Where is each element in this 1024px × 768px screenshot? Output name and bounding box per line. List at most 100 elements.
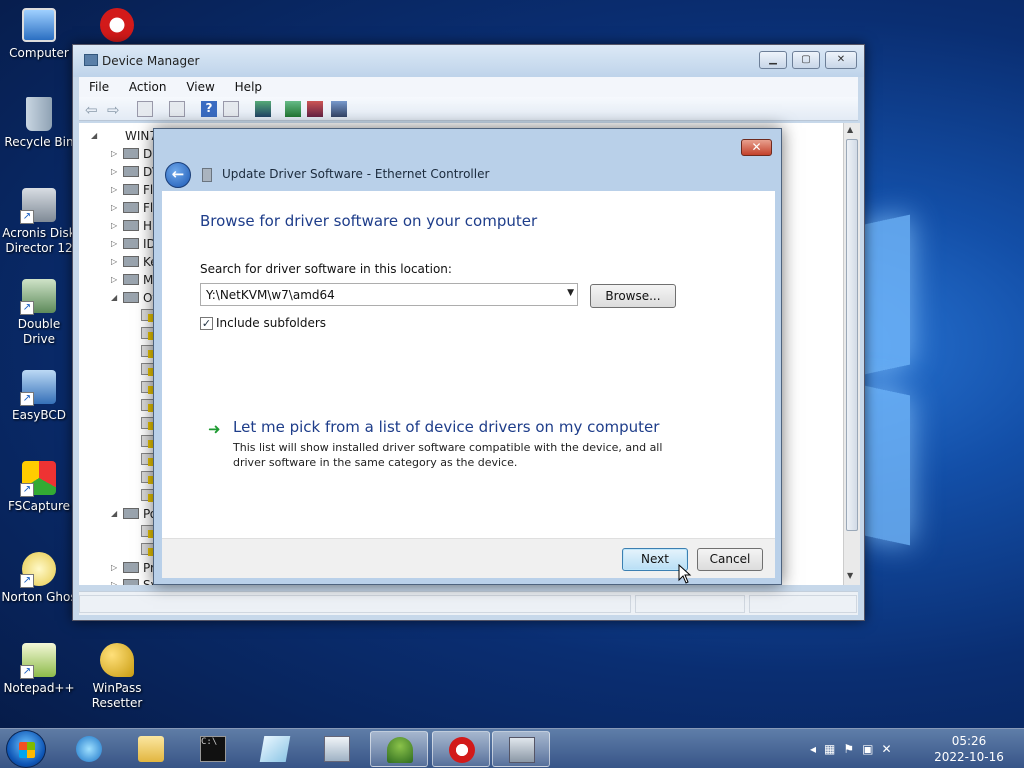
taskbar-cmd-button[interactable]: C:\ — [184, 731, 242, 767]
dialog-title: Update Driver Software - Ethernet Contro… — [222, 167, 490, 181]
desktop-icon-label: WinPass Resetter — [91, 681, 143, 710]
close-button[interactable]: ✕ — [825, 51, 857, 69]
browse-button[interactable]: Browse... — [590, 284, 676, 308]
green-arrow-icon: ➜ — [208, 420, 221, 438]
taskbar-explorer-button[interactable] — [122, 731, 180, 767]
tree-item[interactable]: ▷ Pr — [111, 561, 155, 575]
properties-icon[interactable] — [137, 101, 153, 117]
disable-icon[interactable] — [331, 101, 347, 117]
action-center-icon[interactable]: ⚑ — [843, 742, 862, 756]
computer-icon — [22, 8, 56, 42]
include-subfolders-checkbox[interactable]: ✓ — [200, 317, 213, 330]
uninstall-icon[interactable] — [307, 101, 323, 117]
device-icon — [123, 274, 139, 285]
update-driver-icon[interactable] — [285, 101, 301, 117]
back-arrow-icon[interactable]: ⇦ — [85, 101, 101, 119]
expand-icon: ▷ — [111, 185, 118, 194]
desktop-icon-label: Norton Ghos — [1, 590, 77, 604]
opera-icon — [449, 737, 475, 763]
tree-item[interactable]: ▷ M — [111, 273, 153, 287]
expand-icon: ▷ — [111, 257, 118, 266]
expand-icon: ▷ — [111, 221, 118, 230]
cancel-button[interactable]: Cancel — [697, 548, 763, 571]
taskbar-notepad-button[interactable] — [246, 731, 304, 767]
menu-view[interactable]: View — [176, 77, 220, 94]
desktop-icon-fscapture[interactable]: FSCapture — [0, 461, 78, 514]
desktop-icon-label: Computer — [9, 46, 69, 60]
toolbar: ⇦ ⇨ ? — [79, 97, 858, 121]
dialog-back-button[interactable]: ← — [165, 162, 191, 188]
drive-icon — [20, 279, 56, 315]
scroll-up-icon[interactable]: ▲ — [847, 125, 853, 134]
taskbar-calculator-button[interactable] — [308, 731, 366, 767]
view-icon[interactable] — [223, 101, 239, 117]
list-icon[interactable] — [169, 101, 185, 117]
desktop-icon-winpass-resetter[interactable]: WinPass Resetter — [78, 643, 156, 711]
tree-item[interactable]: ▷ Fl — [111, 183, 153, 197]
desktop-icon-easybcd[interactable]: EasyBCD — [0, 370, 78, 423]
tree-item[interactable]: ▷ Fl — [111, 201, 153, 215]
include-subfolders-label[interactable]: Include subfolders — [216, 316, 326, 330]
desktop-icon-opera[interactable] — [78, 8, 156, 46]
scrollbar-thumb[interactable] — [846, 139, 858, 531]
expand-root-icon[interactable]: ◢ — [91, 131, 97, 140]
clock-date: 2022-10-16 — [934, 750, 1004, 764]
taskbar: C:\ ◂▦⚑▣✕ 05:26 2022-10-16 — [0, 728, 1024, 768]
taskbar-tree-app-button[interactable] — [370, 731, 428, 767]
tree-item[interactable]: ▷ Sy — [111, 578, 158, 585]
maximize-button[interactable]: ▢ — [792, 51, 820, 69]
window-title: Device Manager — [102, 54, 200, 68]
desktop-icon-label: EasyBCD — [12, 408, 66, 422]
dialog-header: ← Update Driver Software - Ethernet Cont… — [154, 159, 781, 191]
show-hidden-icons-icon[interactable]: ◂ — [810, 742, 824, 756]
minimize-button[interactable]: ▁ — [759, 51, 787, 69]
status-pane — [635, 595, 745, 613]
language-flag-icon[interactable]: ▦ — [824, 742, 843, 756]
driver-path-value: Y:\NetKVM\w7\amd64 — [206, 288, 335, 302]
desktop-icon-computer[interactable]: Computer — [0, 8, 78, 61]
desktop-icon-norton-ghost[interactable]: Norton Ghos — [0, 552, 78, 605]
expand-icon: ▷ — [111, 580, 118, 585]
tree-item[interactable]: ▷ Di — [111, 147, 156, 161]
start-button[interactable] — [6, 730, 46, 768]
expand-icon: ▷ — [111, 167, 118, 176]
menu-action[interactable]: Action — [119, 77, 173, 94]
network-tray-icon[interactable]: ▣ — [862, 742, 881, 756]
pick-from-list-link[interactable]: Let me pick from a list of device driver… — [233, 418, 659, 436]
scroll-down-icon[interactable]: ▼ — [847, 571, 853, 580]
volume-muted-icon[interactable]: ✕ — [881, 742, 899, 756]
notepad-icon — [20, 643, 56, 679]
desktop-icon-acronis[interactable]: Acronis Disk Director 12 — [0, 188, 78, 256]
tree-item-other-devices[interactable]: ◢ Ot — [111, 291, 157, 305]
scan-hardware-icon[interactable] — [255, 101, 271, 117]
dialog-close-button[interactable]: ✕ — [741, 139, 772, 156]
tree-item[interactable]: ▷ Ke — [111, 255, 158, 269]
tree-item[interactable]: ▷ Hu — [111, 219, 160, 233]
network-globe-icon — [76, 736, 102, 762]
forward-arrow-icon[interactable]: ⇨ — [107, 101, 123, 119]
chevron-down-icon[interactable]: ▼ — [567, 288, 574, 298]
tree-item[interactable]: ▷ DV — [111, 165, 160, 179]
update-driver-dialog: ✕ ← Update Driver Software - Ethernet Co… — [153, 128, 782, 585]
taskbar-opera-button[interactable] — [432, 731, 490, 767]
system-tray: ◂▦⚑▣✕ — [810, 742, 900, 756]
taskbar-clock[interactable]: 05:26 2022-10-16 — [930, 733, 1008, 765]
status-pane — [749, 595, 857, 613]
tree-scrollbar[interactable]: ▲ ▼ — [843, 123, 860, 585]
menu-file[interactable]: File — [79, 77, 115, 94]
tree-item-ports[interactable]: ◢ Po — [111, 507, 157, 521]
desktop-icon-double-drive[interactable]: Double Drive — [0, 279, 78, 347]
device-manager-titlebar[interactable]: Device Manager ▁ ▢ ✕ — [73, 45, 864, 77]
pick-from-list-description: This list will show installed driver sof… — [233, 441, 663, 469]
tree-item[interactable]: ▷ ID — [111, 237, 156, 251]
taskbar-device-manager-button[interactable] — [492, 731, 550, 767]
driver-path-combobox[interactable]: Y:\NetKVM\w7\amd64 ▼ — [200, 283, 578, 306]
disk-icon — [20, 188, 56, 224]
help-icon[interactable]: ? — [201, 101, 217, 117]
desktop-icon-notepad-plus-plus[interactable]: Notepad++ — [0, 643, 78, 696]
menu-help[interactable]: Help — [225, 77, 268, 94]
folder-icon — [138, 736, 164, 762]
desktop-icon-label: Acronis Disk Director 12 — [2, 226, 76, 255]
taskbar-network-button[interactable] — [60, 731, 118, 767]
desktop-icon-recycle-bin[interactable]: Recycle Bin — [0, 97, 78, 150]
